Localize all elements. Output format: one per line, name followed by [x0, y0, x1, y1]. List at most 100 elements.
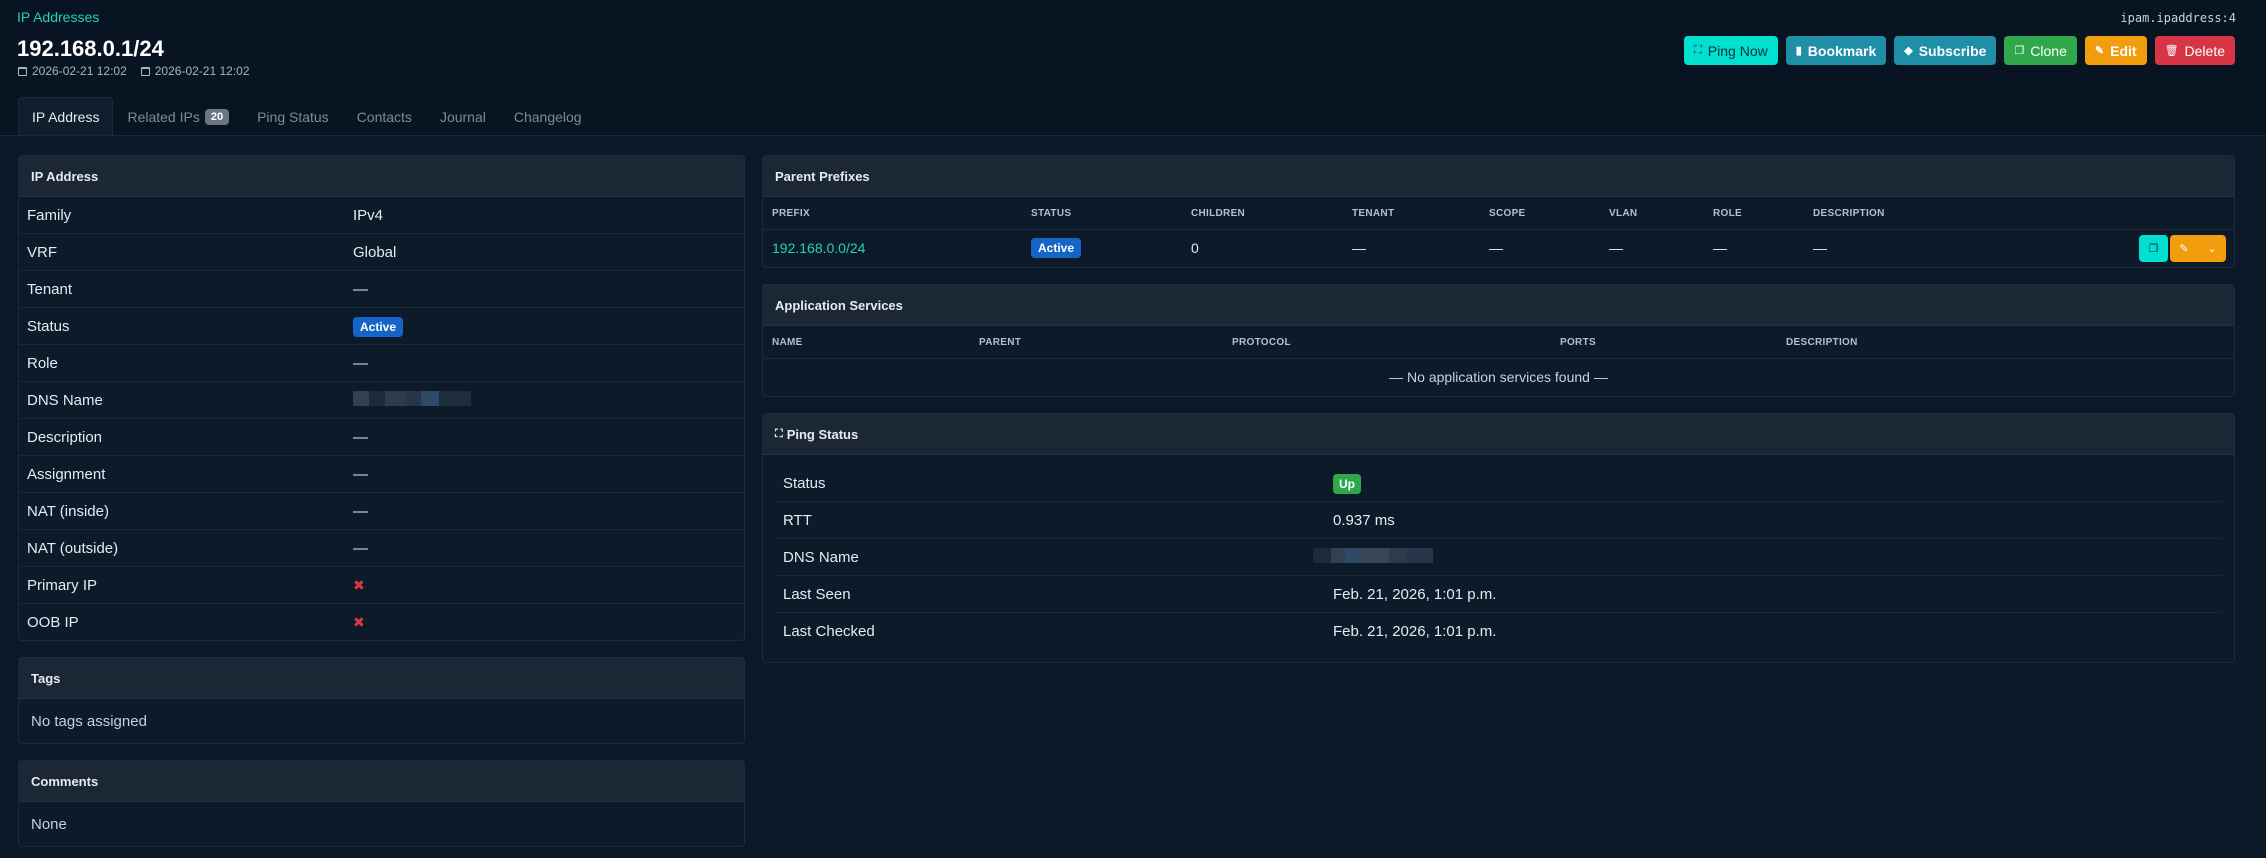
ping-status-card: ⛶ Ping Status Status Up RTT 0.937 ms DNS Na…	[762, 413, 2235, 663]
attr-row-oob-ip: OOB IP ✖	[19, 604, 744, 640]
column-header: PREFIX	[772, 207, 810, 219]
ping-now-button[interactable]: ⛶ Ping Now	[1684, 36, 1778, 65]
attr-value: —	[353, 465, 368, 483]
tenant-value: —	[1352, 240, 1366, 256]
card-header: Comments	[19, 761, 744, 802]
card-header: ⛶ Ping Status	[763, 414, 2234, 455]
column-header: SCOPE	[1489, 207, 1526, 219]
column-header: PROTOCOL	[1232, 336, 1291, 348]
column-header: NAME	[772, 336, 803, 348]
ping-key: Last Seen	[783, 585, 851, 603]
attr-key: Tenant	[27, 280, 73, 298]
redacted-dns-name	[1313, 547, 1433, 563]
ping-value: Feb. 21, 2026, 1:01 p.m.	[1333, 585, 1497, 603]
ping-details-table: Status Up RTT 0.937 ms DNS Name Last Seen F…	[763, 455, 2234, 650]
tab-ping-status[interactable]: Ping Status	[243, 97, 343, 135]
row-edit-dropdown-button[interactable]: ✎ ⌄	[2170, 234, 2226, 262]
empty-table-message: — No application services found —	[1389, 369, 1608, 385]
scope-value: —	[1489, 240, 1503, 256]
attr-value: IPv4	[353, 206, 384, 224]
ping-value: 0.937 ms	[1333, 511, 1395, 529]
attr-value: —	[353, 280, 368, 298]
edit-button[interactable]: ✎ Edit	[2084, 36, 2147, 65]
attr-value: —	[353, 539, 368, 557]
card-header: IP Address	[19, 156, 744, 197]
ping-key: Status	[783, 474, 826, 492]
card-header: Tags	[19, 658, 744, 699]
edit-label: Edit	[2110, 42, 2137, 59]
tab-journal[interactable]: Journal	[426, 97, 500, 135]
x-mark-icon: ✖	[353, 576, 365, 593]
attr-row-status: Status Active	[19, 308, 744, 345]
column-header: TENANT	[1352, 207, 1395, 219]
attr-value: —	[353, 502, 368, 520]
tab-label: Journal	[439, 108, 486, 125]
attr-row-primary-ip: Primary IP ✖	[19, 567, 744, 604]
column-header: ROLE	[1713, 207, 1742, 219]
updated-date-text: 2026-02-21 12:02	[154, 64, 250, 78]
column-header: PORTS	[1560, 336, 1596, 348]
tab-bar: IP Address Related IPs 20 Ping Status Con…	[18, 97, 596, 135]
ping-key: RTT	[783, 511, 812, 529]
ping-row-last-seen: Last Seen Feb. 21, 2026, 1:01 p.m.	[775, 576, 2222, 613]
children-count: 0	[1191, 240, 1199, 256]
prefix-link[interactable]: 192.168.0.0/24	[772, 240, 865, 256]
attr-key: Primary IP	[27, 576, 98, 594]
ping-row-last-checked: Last Checked Feb. 21, 2026, 1:01 p.m.	[775, 613, 2222, 650]
ping-key: DNS Name	[783, 548, 859, 566]
status-badge: Active	[353, 316, 404, 337]
tab-ip-address[interactable]: IP Address	[18, 97, 114, 135]
attr-row-vrf: VRF Global	[19, 234, 744, 271]
redacted-dns-name	[353, 390, 471, 406]
ping-icon: ⛶	[1694, 44, 1702, 56]
ping-row-status: Status Up	[775, 465, 2222, 502]
row-copy-button[interactable]: ❐	[2139, 234, 2168, 262]
status-badge: Active	[1031, 238, 1082, 258]
table-header: PREFIX STATUS CHILDREN TENANT SCOPE VLAN…	[763, 197, 2234, 230]
subscribe-label: Subscribe	[1918, 42, 1987, 59]
tab-label: Ping Status	[257, 108, 329, 125]
card-header: Application Services	[763, 285, 2234, 326]
tab-label: Contacts	[356, 108, 412, 125]
subscribe-button[interactable]: ◆ Subscribe	[1894, 36, 1997, 65]
clone-button[interactable]: ❐ Clone	[2004, 36, 2077, 65]
attr-key: Family	[27, 206, 72, 224]
column-header: DESCRIPTION	[1813, 207, 1885, 219]
attr-key: DNS Name	[27, 391, 103, 409]
ping-icon: ⛶	[775, 427, 783, 440]
related-ips-count-badge: 20	[204, 108, 230, 125]
ping-value: Feb. 21, 2026, 1:01 p.m.	[1333, 623, 1497, 640]
tab-related-ips[interactable]: Related IPs 20	[113, 97, 243, 135]
copy-icon: ❐	[2014, 45, 2025, 57]
ping-row-rtt: RTT 0.937 ms	[775, 502, 2222, 539]
column-header: VLAN	[1609, 207, 1638, 219]
copy-icon: ❐	[2148, 242, 2159, 255]
tab-contacts[interactable]: Contacts	[343, 97, 426, 135]
attr-row-description: Description —	[19, 419, 744, 456]
card-header: Parent Prefixes	[763, 156, 2234, 197]
attr-key: Assignment	[27, 465, 106, 483]
attr-row-nat-outside: NAT (outside) —	[19, 530, 744, 567]
column-header: PARENT	[979, 336, 1022, 348]
pencil-icon: ✎	[2094, 45, 2105, 57]
bell-icon: ◆	[1904, 45, 1913, 57]
comments-card: Comments None	[18, 760, 745, 847]
attr-row-dns-name: DNS Name	[19, 382, 744, 419]
tags-empty-text: No tags assigned	[31, 713, 147, 730]
updated-date: 2026-02-21 12:02	[140, 64, 250, 78]
bookmark-button[interactable]: ▮ Bookmark	[1785, 36, 1887, 65]
created-date-text: 2026-02-21 12:02	[32, 64, 127, 78]
chevron-down-icon: ⌄	[2207, 242, 2217, 255]
tab-changelog[interactable]: Changelog	[500, 97, 596, 135]
object-identifier: ipam.ipaddress:4	[2120, 11, 2236, 25]
attr-key: Status	[27, 317, 70, 335]
column-header: STATUS	[1031, 207, 1072, 219]
breadcrumb-link[interactable]: IP Addresses	[17, 9, 99, 25]
delete-button[interactable]: 🗑 Delete	[2154, 36, 2235, 65]
ip-address-card: IP Address Family IPv4 VRF Global Tenant — …	[18, 155, 745, 641]
role-value: —	[1713, 240, 1727, 256]
up-badge: Up	[1333, 473, 1361, 494]
attr-key: NAT (outside)	[27, 539, 119, 557]
attr-row-assignment: Assignment —	[19, 456, 744, 493]
bookmark-label: Bookmark	[1807, 42, 1877, 59]
